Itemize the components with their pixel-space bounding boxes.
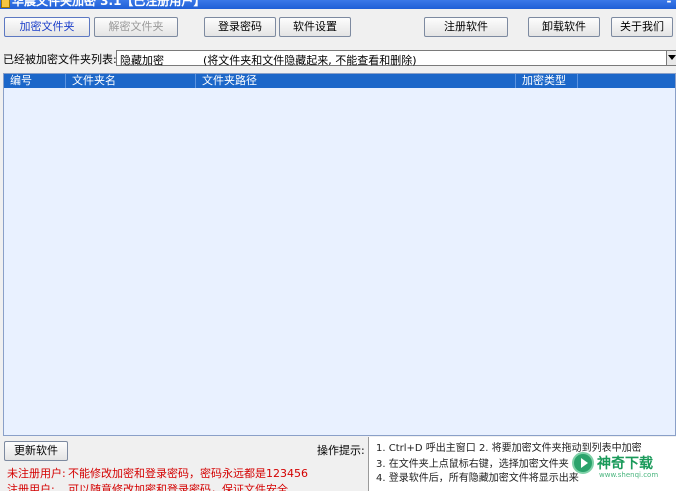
watermark-logo-icon [572, 452, 594, 474]
watermark-brand: 神奇下载 [597, 456, 653, 472]
title-bar: 华晨文件夹加密 3.1【已注册用户】 - [0, 0, 676, 9]
uninstall-software-button[interactable]: 卸载软件 [528, 17, 600, 37]
update-software-button[interactable]: 更新软件 [4, 441, 68, 461]
ops-hint-label: 操作提示: [317, 444, 365, 457]
register-software-button[interactable]: 注册软件 [424, 17, 508, 37]
registered-label: 注册用户: [7, 483, 55, 491]
unregistered-text: 不能修改加密和登录密码，密码永远都是123456 [68, 467, 308, 480]
about-us-button[interactable]: 关于我们 [611, 17, 673, 37]
encryption-mode-select[interactable]: 隐藏加密 (将文件夹和文件隐藏起来, 不能查看和删除) [116, 50, 676, 67]
unregistered-notice: 未注册用户: 不能修改加密和登录密码，密码永远都是123456 [7, 465, 308, 481]
watermark-url: www.shenqi.com [599, 471, 659, 479]
column-header-folder-path[interactable]: 文件夹路径 [196, 74, 516, 88]
login-password-button[interactable]: 登录密码 [204, 17, 276, 37]
table-header: 编号 文件夹名 文件夹路径 加密类型 [4, 74, 675, 88]
column-header-filler [578, 74, 676, 88]
encrypt-folder-button[interactable]: 加密文件夹 [4, 17, 90, 37]
unregistered-label: 未注册用户: [7, 467, 66, 480]
encryption-mode-value: 隐藏加密 [120, 54, 164, 67]
tip-line: 3. 在文件夹上点鼠标右键，选择加密文件夹 [376, 459, 569, 470]
encryption-mode-description: (将文件夹和文件隐藏起来, 不能查看和删除) [203, 54, 417, 67]
window-title: 华晨文件夹加密 3.1【已注册用户】 [12, 0, 206, 8]
column-header-id[interactable]: 编号 [4, 74, 66, 88]
encrypted-list-row: 已经被加密文件夹列表: 隐藏加密 (将文件夹和文件隐藏起来, 不能查看和删除) [2, 50, 676, 67]
column-header-encryption-type[interactable]: 加密类型 [516, 74, 578, 88]
software-settings-button[interactable]: 软件设置 [279, 17, 351, 37]
column-header-folder-name[interactable]: 文件夹名 [66, 74, 196, 88]
registered-text: 可以随意修改加密和登录密码，保证文件安全 [68, 483, 288, 491]
chevron-down-icon[interactable] [666, 51, 676, 65]
watermark: 神奇下载 www.shenqi.com [572, 448, 676, 491]
encrypted-list-label: 已经被加密文件夹列表: [3, 53, 117, 66]
app-icon [1, 0, 10, 8]
encrypted-folders-table[interactable]: 编号 文件夹名 文件夹路径 加密类型 [3, 73, 676, 436]
tip-line: 4. 登录软件后，所有隐藏加密文件将显示出来 [376, 473, 579, 484]
minimize-button[interactable]: - [664, 0, 674, 7]
decrypt-folder-button[interactable]: 解密文件夹 [94, 17, 178, 37]
registered-notice: 注册用户: 可以随意修改加密和登录密码，保证文件安全 [7, 481, 288, 491]
